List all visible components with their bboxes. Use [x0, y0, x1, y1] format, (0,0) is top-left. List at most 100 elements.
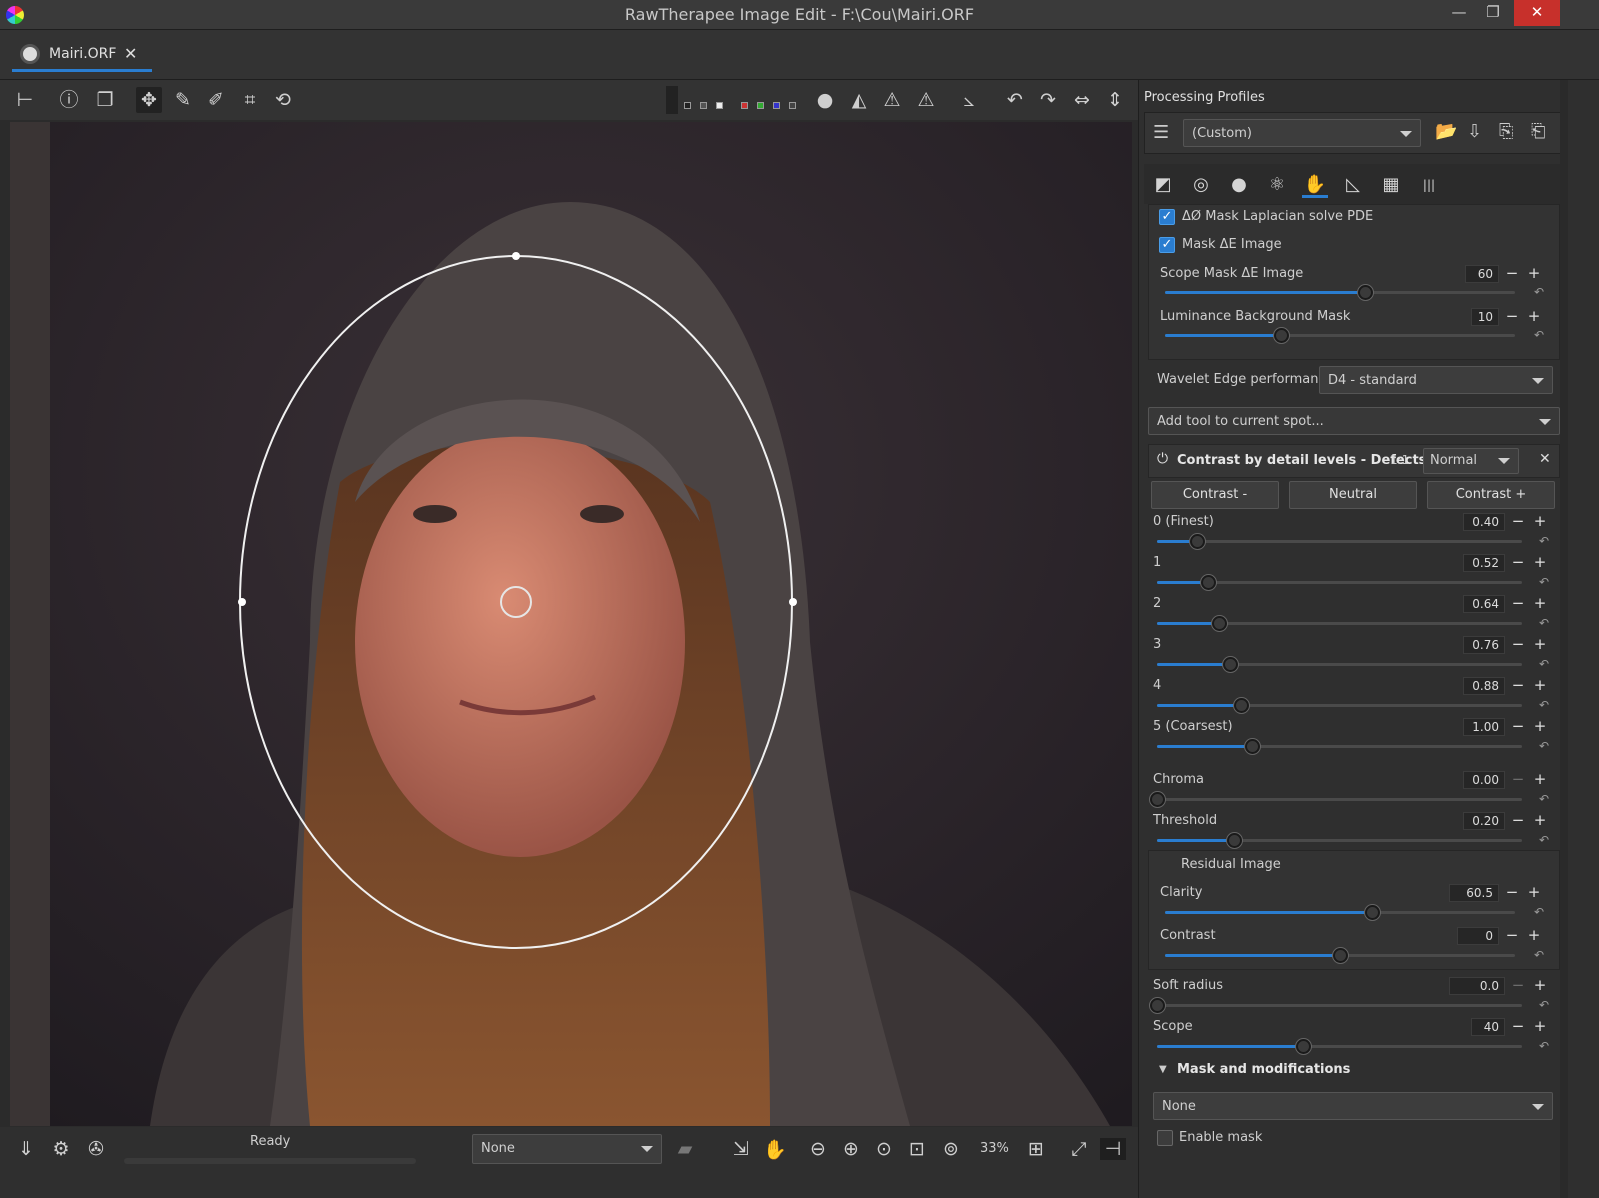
threshold-slider[interactable] — [1157, 833, 1522, 848]
fullscreen-icon[interactable]: ⤢ — [1066, 1138, 1092, 1160]
highlight-clipping-warning-icon[interactable]: ⚠ — [913, 87, 939, 113]
green-channel-swatch[interactable] — [757, 102, 764, 109]
reset-icon[interactable]: ↶ — [1539, 657, 1549, 671]
close-window-button[interactable]: ✕ — [1514, 0, 1560, 26]
slider-knob[interactable] — [1364, 905, 1380, 920]
slider-knob[interactable] — [1226, 833, 1242, 848]
right-panel-scrollbar[interactable] — [1560, 80, 1568, 1198]
level-slider[interactable] — [1157, 698, 1522, 713]
focus-mask-icon[interactable]: ◭ — [846, 87, 872, 113]
residual-contrast-plus[interactable]: + — [1527, 927, 1541, 943]
scope-mask-slider[interactable] — [1165, 285, 1515, 300]
level-value[interactable]: 0.64 — [1463, 595, 1505, 613]
reset-icon[interactable]: ↶ — [1539, 998, 1549, 1012]
level-plus[interactable]: + — [1533, 677, 1547, 693]
tab-color-icon[interactable]: ● — [1226, 172, 1252, 198]
scope-mask-minus[interactable]: − — [1505, 265, 1519, 281]
mask-mod-dropdown[interactable]: None — [1153, 1092, 1553, 1120]
tab-transform-icon[interactable]: ◺ — [1340, 172, 1366, 198]
maximize-button[interactable]: ❐ — [1476, 0, 1510, 26]
soft-radius-minus[interactable]: − — [1511, 977, 1525, 993]
hand-tool-icon[interactable]: ✥ — [136, 87, 162, 113]
wavelet-edge-dropdown[interactable]: D4 - standard — [1319, 366, 1553, 394]
rotate-left-icon[interactable]: ↶ — [1002, 87, 1028, 113]
slider-knob[interactable] — [1190, 534, 1206, 549]
level-slider[interactable] — [1157, 657, 1522, 672]
power-icon[interactable]: ⏻ — [1157, 451, 1168, 467]
bg-white-swatch[interactable] — [716, 102, 723, 109]
laplacian-checkbox[interactable]: ✓ — [1159, 209, 1175, 225]
slider-knob[interactable] — [1212, 616, 1228, 631]
clarity-slider[interactable] — [1165, 905, 1515, 920]
blue-channel-swatch[interactable] — [773, 102, 780, 109]
rotate-right-icon[interactable]: ↷ — [1035, 87, 1061, 113]
level-plus[interactable]: + — [1533, 513, 1547, 529]
reset-icon[interactable]: ↶ — [1539, 1039, 1549, 1053]
tab-local-icon[interactable]: ✋ — [1302, 172, 1328, 198]
histogram-matching-icon[interactable]: ▰ — [672, 1138, 698, 1160]
add-tool-dropdown[interactable]: Add tool to current spot... — [1148, 407, 1560, 435]
scope-slider[interactable] — [1157, 1039, 1522, 1054]
open-profile-icon[interactable]: 📂 — [1435, 121, 1457, 142]
scope-mask-value[interactable]: 60 — [1465, 265, 1499, 283]
residual-contrast-slider[interactable] — [1165, 948, 1515, 963]
before-after-icon[interactable]: ❐ — [92, 87, 118, 113]
queue-settings-icon[interactable]: ⚙ — [48, 1138, 74, 1160]
tab-exposure-icon[interactable]: ◩ — [1150, 172, 1176, 198]
toggle-right-panel-icon[interactable]: ⊣ — [1100, 1138, 1126, 1160]
slider-knob[interactable] — [1296, 1039, 1311, 1054]
remove-tool-icon[interactable]: ✕ — [1539, 451, 1551, 467]
clarity-plus[interactable]: + — [1527, 884, 1541, 900]
threshold-plus[interactable]: + — [1533, 812, 1547, 828]
soft-radius-plus[interactable]: + — [1533, 977, 1547, 993]
chroma-value[interactable]: 0.00 — [1463, 771, 1505, 789]
reset-icon[interactable]: ↶ — [1539, 739, 1549, 753]
reset-icon[interactable]: ↶ — [1539, 792, 1549, 806]
level-slider[interactable] — [1157, 534, 1522, 549]
tab-raw-icon[interactable]: ▦ — [1378, 172, 1404, 198]
zoom-in-icon[interactable]: ⊕ — [838, 1138, 864, 1160]
luminance-bg-plus[interactable]: + — [1527, 308, 1541, 324]
slider-knob[interactable] — [1244, 739, 1260, 754]
zoom-out-icon[interactable]: ⊖ — [805, 1138, 831, 1160]
residual-contrast-minus[interactable]: − — [1505, 927, 1519, 943]
preview-mode-icon[interactable]: ● — [812, 87, 838, 113]
mask-de-image-checkbox[interactable]: ✓ — [1159, 237, 1175, 253]
level-minus[interactable]: − — [1511, 513, 1525, 529]
neutral-button[interactable]: Neutral — [1289, 481, 1417, 509]
level-value[interactable]: 0.76 — [1463, 636, 1505, 654]
reset-icon[interactable]: ↶ — [1534, 285, 1544, 299]
scope-plus[interactable]: + — [1533, 1018, 1547, 1034]
reset-icon[interactable]: ↶ — [1539, 534, 1549, 548]
red-channel-swatch[interactable] — [741, 102, 748, 109]
cbdl-mode-dropdown[interactable]: Normal — [1423, 448, 1519, 474]
save-image-icon[interactable]: ⇓ — [13, 1138, 39, 1160]
new-detail-window-icon[interactable]: ⊞ — [1023, 1138, 1049, 1160]
profile-dropdown[interactable]: (Custom) — [1183, 119, 1421, 147]
level-plus[interactable]: + — [1533, 595, 1547, 611]
send-to-editor-icon[interactable]: ✇ — [83, 1138, 109, 1160]
soft-radius-value[interactable]: 0.0 — [1449, 977, 1505, 995]
background-color-handle[interactable] — [666, 86, 678, 114]
reset-icon[interactable]: ↶ — [1539, 698, 1549, 712]
tab-mairi-orf[interactable]: Mairi.ORF ✕ — [12, 38, 152, 72]
contrast-minus-button[interactable]: Contrast - — [1151, 481, 1279, 509]
slider-knob[interactable] — [1150, 792, 1165, 807]
level-value[interactable]: 0.52 — [1463, 554, 1505, 572]
preview-select-dropdown[interactable]: None — [472, 1134, 662, 1164]
slider-knob[interactable] — [1333, 948, 1348, 963]
chroma-minus[interactable]: − — [1511, 771, 1525, 787]
luminance-channel-swatch[interactable] — [789, 102, 796, 109]
chroma-slider[interactable] — [1150, 792, 1522, 807]
straighten-icon[interactable]: ⟲ — [270, 87, 296, 113]
scope-value[interactable]: 40 — [1471, 1018, 1505, 1036]
clarity-minus[interactable]: − — [1505, 884, 1519, 900]
luminance-bg-value[interactable]: 10 — [1471, 308, 1499, 326]
level-value[interactable]: 0.88 — [1463, 677, 1505, 695]
zoom-100-icon[interactable]: ⊚ — [938, 1138, 964, 1160]
threshold-value[interactable]: 0.20 — [1463, 812, 1505, 830]
chroma-plus[interactable]: + — [1533, 771, 1547, 787]
threshold-minus[interactable]: − — [1511, 812, 1525, 828]
level-minus[interactable]: − — [1511, 595, 1525, 611]
profile-list-icon[interactable]: ☰ — [1153, 122, 1169, 143]
